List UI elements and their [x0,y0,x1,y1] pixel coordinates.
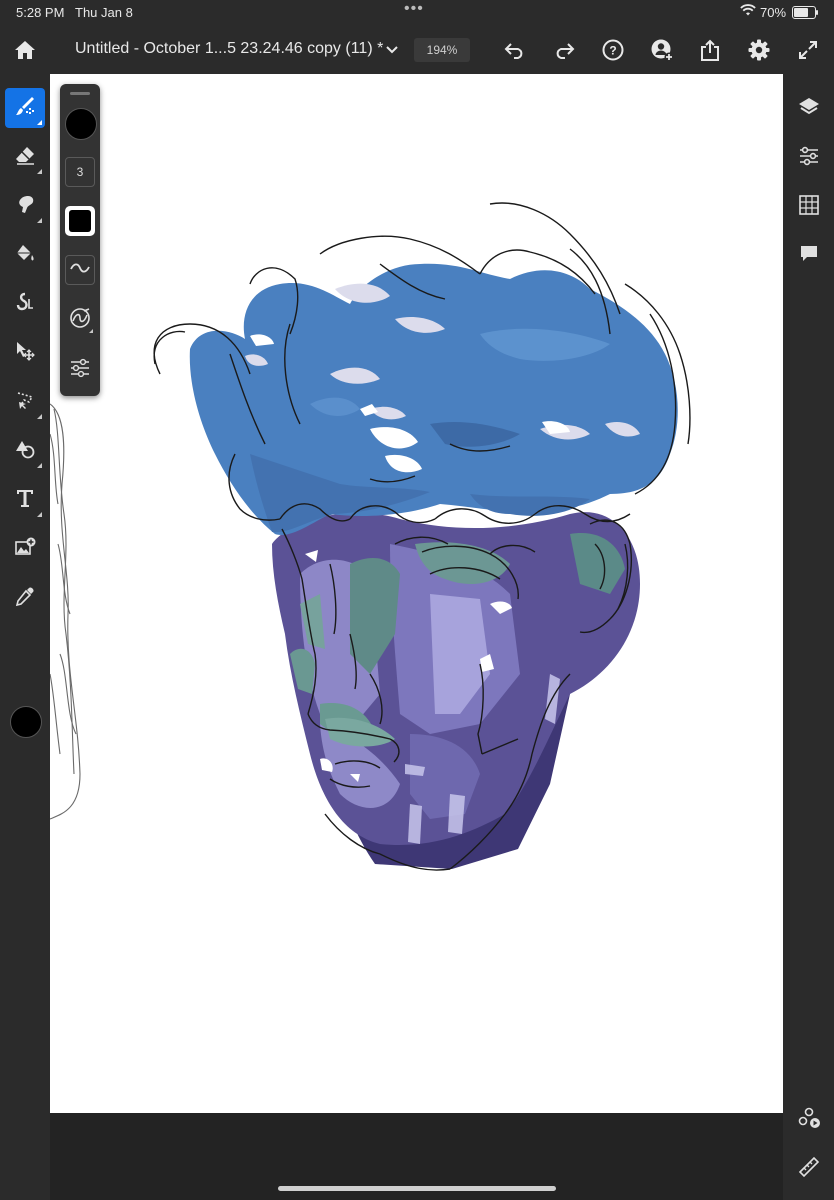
invite-icon[interactable] [646,34,678,66]
sliders-icon [69,358,91,383]
place-image-icon [14,536,36,563]
place-image-tool[interactable] [5,529,45,569]
artwork [50,202,691,871]
chevron-down-icon[interactable] [376,34,408,66]
smudge-icon [14,193,36,220]
brush-panel: 3 [60,84,100,396]
brush-mode-button[interactable] [65,305,95,335]
paint-bucket-icon [14,242,36,269]
status-time: 5:28 PM [16,5,65,20]
home-indicator[interactable] [278,1186,556,1191]
status-date: Thu Jan 8 [75,5,133,20]
move-tool[interactable] [5,333,45,373]
status-bar: 5:28 PM Thu Jan 8 ••• 70% [0,0,834,24]
redo-icon[interactable] [548,34,580,66]
battery-icon [792,6,818,19]
panel-grip[interactable] [70,92,90,95]
livestream-icon[interactable] [793,1102,825,1134]
zoom-level[interactable]: 194% [414,38,470,62]
type-icon [14,487,36,514]
brush-icon [14,95,36,122]
wifi-icon [740,3,756,20]
type-tool[interactable] [5,480,45,520]
smoothing-button[interactable] [65,255,95,285]
battery-percent: 70% [760,5,787,20]
settings-icon[interactable] [743,34,775,66]
brush-mode-icon [69,307,91,334]
brush-size[interactable]: 3 [65,157,95,187]
shape-tool[interactable] [5,431,45,471]
eraser-icon [14,144,36,171]
brush-preview[interactable] [65,108,97,140]
left-edge-sketch [50,403,81,820]
home-icon[interactable] [9,34,41,66]
comments-icon[interactable] [793,238,825,270]
eyedropper-icon [14,585,36,612]
help-icon[interactable]: ? [597,34,629,66]
app-bar: Untitled - October 1...5 23.24.46 copy (… [0,26,834,74]
move-icon [14,340,36,367]
liquify-icon [14,291,36,318]
smudge-tool[interactable] [5,186,45,226]
opacity-swatch[interactable] [65,206,95,236]
multitasking-dots[interactable]: ••• [404,0,424,18]
properties-icon[interactable] [793,140,825,172]
right-toolbar [784,74,834,1200]
lasso-icon [14,389,36,416]
brush-settings-button[interactable] [65,355,95,385]
brush-tool[interactable] [5,88,45,128]
shapes-icon [14,438,36,465]
color-swatch[interactable] [10,706,42,738]
lasso-tool[interactable] [5,382,45,422]
eyedropper-tool[interactable] [5,578,45,618]
left-toolbar [0,74,50,1200]
svg-text:?: ? [609,44,616,58]
layers-icon[interactable] [793,91,825,123]
document-title[interactable]: Untitled - October 1...5 23.24.46 copy (… [75,40,383,58]
eraser-tool[interactable] [5,137,45,177]
grid-icon[interactable] [793,189,825,221]
fill-tool[interactable] [5,235,45,275]
liquify-tool[interactable] [5,284,45,324]
drawing-canvas[interactable] [50,74,783,1113]
fullscreen-icon[interactable] [792,34,824,66]
share-icon[interactable] [694,34,726,66]
ruler-icon[interactable] [793,1151,825,1183]
undo-icon[interactable] [499,34,531,66]
wave-icon [70,261,90,279]
